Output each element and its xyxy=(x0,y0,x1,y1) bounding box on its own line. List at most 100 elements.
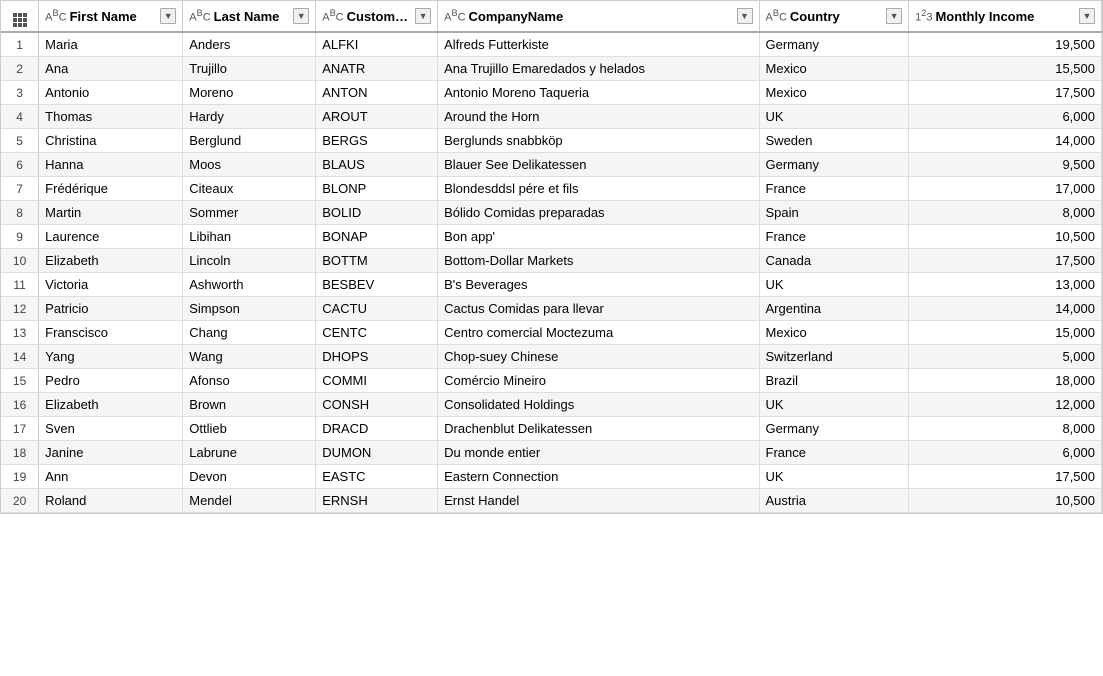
cell-company-name: Comércio Mineiro xyxy=(438,369,759,393)
cell-first-name: Martin xyxy=(39,201,183,225)
cell-first-name: Thomas xyxy=(39,105,183,129)
cell-first-name: Roland xyxy=(39,489,183,513)
cell-country: Germany xyxy=(759,153,909,177)
col-label-country: Country xyxy=(790,9,883,24)
cell-customer-id: BLAUS xyxy=(316,153,438,177)
cell-customer-id: CENTC xyxy=(316,321,438,345)
cell-customer-id: ALFKI xyxy=(316,32,438,57)
type-icon-text: ABC xyxy=(766,8,787,24)
cell-country: Austria xyxy=(759,489,909,513)
col-label-cid: CustomerID xyxy=(347,9,413,24)
table-header: ABCFirst Name▼ABCLast Name▼ABCCustomerID… xyxy=(1,1,1102,32)
cell-idx: 1 xyxy=(1,32,39,57)
cell-customer-id: BLONP xyxy=(316,177,438,201)
table-row[interactable]: 5ChristinaBerglundBERGSBerglunds snabbkö… xyxy=(1,129,1102,153)
table-row[interactable]: 9LaurenceLibihanBONAPBon app'France10,50… xyxy=(1,225,1102,249)
table-row[interactable]: 4ThomasHardyAROUTAround the HornUK6,000 xyxy=(1,105,1102,129)
cell-first-name: Janine xyxy=(39,441,183,465)
cell-company-name: Around the Horn xyxy=(438,105,759,129)
table-row[interactable]: 10ElizabethLincolnBOTTMBottom-Dollar Mar… xyxy=(1,249,1102,273)
cell-monthly-income: 8,000 xyxy=(909,201,1102,225)
cell-first-name: Elizabeth xyxy=(39,393,183,417)
cell-company-name: Centro comercial Moctezuma xyxy=(438,321,759,345)
filter-button-country[interactable]: ▼ xyxy=(886,8,902,24)
cell-country: Brazil xyxy=(759,369,909,393)
filter-button-cid[interactable]: ▼ xyxy=(415,8,431,24)
cell-idx: 3 xyxy=(1,81,39,105)
cell-first-name: Pedro xyxy=(39,369,183,393)
cell-monthly-income: 19,500 xyxy=(909,32,1102,57)
cell-company-name: Bottom-Dollar Markets xyxy=(438,249,759,273)
cell-first-name: Yang xyxy=(39,345,183,369)
cell-monthly-income: 10,500 xyxy=(909,489,1102,513)
cell-last-name: Brown xyxy=(183,393,316,417)
cell-last-name: Afonso xyxy=(183,369,316,393)
cell-idx: 5 xyxy=(1,129,39,153)
type-icon-text: ABC xyxy=(189,8,210,24)
table-row[interactable]: 7FrédériqueCiteauxBLONPBlondesddsl pére … xyxy=(1,177,1102,201)
cell-last-name: Wang xyxy=(183,345,316,369)
cell-country: UK xyxy=(759,273,909,297)
cell-monthly-income: 15,000 xyxy=(909,321,1102,345)
cell-company-name: B's Beverages xyxy=(438,273,759,297)
filter-button-last[interactable]: ▼ xyxy=(293,8,309,24)
cell-company-name: Blauer See Delikatessen xyxy=(438,153,759,177)
table-row[interactable]: 14YangWangDHOPSChop-suey ChineseSwitzerl… xyxy=(1,345,1102,369)
cell-last-name: Mendel xyxy=(183,489,316,513)
cell-idx: 4 xyxy=(1,105,39,129)
cell-customer-id: BONAP xyxy=(316,225,438,249)
table-row[interactable]: 2AnaTrujilloANATRAna Trujillo Emaredados… xyxy=(1,57,1102,81)
cell-last-name: Lincoln xyxy=(183,249,316,273)
table-row[interactable]: 12PatricioSimpsonCACTUCactus Comidas par… xyxy=(1,297,1102,321)
cell-customer-id: ANTON xyxy=(316,81,438,105)
cell-company-name: Drachenblut Delikatessen xyxy=(438,417,759,441)
filter-button-income[interactable]: ▼ xyxy=(1079,8,1095,24)
cell-idx: 2 xyxy=(1,57,39,81)
table-row[interactable]: 15PedroAfonsoCOMMIComércio MineiroBrazil… xyxy=(1,369,1102,393)
cell-last-name: Citeaux xyxy=(183,177,316,201)
cell-first-name: Patricio xyxy=(39,297,183,321)
col-label-first: First Name xyxy=(70,9,158,24)
cell-last-name: Ottlieb xyxy=(183,417,316,441)
cell-company-name: Bólido Comidas preparadas xyxy=(438,201,759,225)
cell-monthly-income: 17,500 xyxy=(909,81,1102,105)
table-row[interactable]: 20RolandMendelERNSHErnst HandelAustria10… xyxy=(1,489,1102,513)
cell-idx: 9 xyxy=(1,225,39,249)
cell-last-name: Devon xyxy=(183,465,316,489)
table-row[interactable]: 11VictoriaAshworthBESBEVB's BeveragesUK1… xyxy=(1,273,1102,297)
cell-last-name: Chang xyxy=(183,321,316,345)
table-row[interactable]: 13FransciscoChangCENTCCentro comercial M… xyxy=(1,321,1102,345)
cell-first-name: Ann xyxy=(39,465,183,489)
cell-idx: 13 xyxy=(1,321,39,345)
cell-last-name: Anders xyxy=(183,32,316,57)
cell-monthly-income: 15,500 xyxy=(909,57,1102,81)
cell-company-name: Ernst Handel xyxy=(438,489,759,513)
table-row[interactable]: 17SvenOttliebDRACDDrachenblut Delikatess… xyxy=(1,417,1102,441)
table-row[interactable]: 18JanineLabruneDUMONDu monde entierFranc… xyxy=(1,441,1102,465)
cell-customer-id: BOLID xyxy=(316,201,438,225)
table-row[interactable]: 8MartinSommerBOLIDBólido Comidas prepara… xyxy=(1,201,1102,225)
cell-country: France xyxy=(759,441,909,465)
cell-company-name: Ana Trujillo Emaredados y helados xyxy=(438,57,759,81)
cell-idx: 18 xyxy=(1,441,39,465)
table-row[interactable]: 6HannaMoosBLAUSBlauer See DelikatessenGe… xyxy=(1,153,1102,177)
cell-country: Sweden xyxy=(759,129,909,153)
cell-customer-id: CONSH xyxy=(316,393,438,417)
filter-button-company[interactable]: ▼ xyxy=(737,8,753,24)
table-row[interactable]: 19AnnDevonEASTCEastern ConnectionUK17,50… xyxy=(1,465,1102,489)
filter-button-first[interactable]: ▼ xyxy=(160,8,176,24)
cell-company-name: Cactus Comidas para llevar xyxy=(438,297,759,321)
cell-country: France xyxy=(759,225,909,249)
cell-country: Mexico xyxy=(759,321,909,345)
cell-first-name: Laurence xyxy=(39,225,183,249)
table-row[interactable]: 1MariaAndersALFKIAlfreds FutterkisteGerm… xyxy=(1,32,1102,57)
table-row[interactable]: 16ElizabethBrownCONSHConsolidated Holdin… xyxy=(1,393,1102,417)
cell-monthly-income: 6,000 xyxy=(909,441,1102,465)
cell-first-name: Franscisco xyxy=(39,321,183,345)
header-cell-cid: ABCCustomerID▼ xyxy=(316,1,438,32)
cell-first-name: Elizabeth xyxy=(39,249,183,273)
cell-company-name: Alfreds Futterkiste xyxy=(438,32,759,57)
table-row[interactable]: 3AntonioMorenoANTONAntonio Moreno Taquer… xyxy=(1,81,1102,105)
cell-company-name: Eastern Connection xyxy=(438,465,759,489)
cell-monthly-income: 17,000 xyxy=(909,177,1102,201)
